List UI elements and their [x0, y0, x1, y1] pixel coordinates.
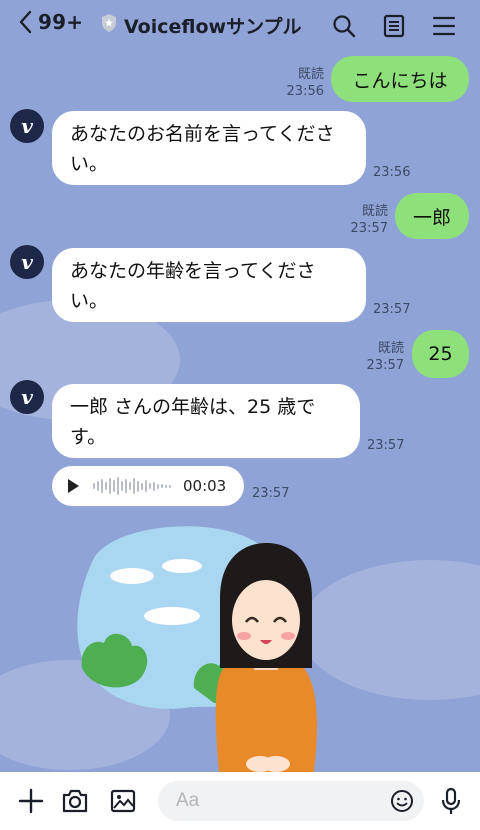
message-meta: 既読 23:56	[270, 66, 324, 100]
message-input[interactable]	[174, 789, 378, 813]
chat-name: Voiceflowサンプル	[124, 16, 302, 38]
message-text: あなたのお名前を言ってください。	[70, 123, 335, 175]
message-meta: 既読 23:57	[334, 203, 388, 237]
bot-avatar[interactable]: v	[10, 109, 44, 143]
incoming-message[interactable]: 一郎 さんの年齢は、25 歳です。	[52, 384, 360, 458]
bot-avatar[interactable]: v	[10, 380, 44, 414]
message-time: 23:57	[367, 438, 405, 453]
read-receipt: 既読	[377, 341, 404, 356]
outgoing-message[interactable]: こんにちは	[331, 56, 469, 102]
message-time: 23:56	[373, 165, 411, 180]
menu-icon[interactable]	[430, 12, 458, 40]
message-text: 一郎	[412, 206, 451, 229]
message-time: 23:56	[286, 84, 324, 99]
message-meta: 既読 23:57	[350, 340, 404, 374]
unread-count: 99+	[38, 10, 84, 34]
chat-header: 99+ Voiceflowサンプル	[0, 0, 480, 52]
image-icon[interactable]	[108, 786, 138, 816]
bowing-woman-sticker[interactable]	[74, 518, 334, 772]
read-receipt: 既読	[361, 204, 388, 219]
message-text: あなたの年齢を言ってください。	[70, 260, 316, 312]
voice-message[interactable]: 00:03	[52, 466, 244, 506]
microphone-icon[interactable]	[436, 786, 466, 816]
message-input-container	[158, 781, 424, 821]
message-time: 23:57	[366, 358, 404, 373]
read-receipt: 既読	[297, 67, 324, 82]
incoming-message[interactable]: あなたの年齢を言ってください。	[52, 248, 366, 322]
chat-title[interactable]: Voiceflowサンプル	[100, 12, 302, 39]
voice-duration: 00:03	[183, 477, 227, 495]
emoji-icon[interactable]	[390, 789, 414, 813]
waveform-icon	[93, 476, 171, 496]
outgoing-message[interactable]: 25	[412, 330, 469, 378]
outgoing-message[interactable]: 一郎	[395, 193, 469, 239]
message-text: 一郎 さんの年齢は、25 歳です。	[70, 396, 316, 448]
chat-screen: 99+ Voiceflowサンプル 既読 23:56 こんにちは v あなたのお…	[0, 0, 480, 830]
chevron-left-icon	[18, 10, 32, 34]
message-time: 23:57	[350, 221, 388, 236]
back-button[interactable]: 99+	[18, 10, 83, 34]
message-time: 23:57	[373, 302, 411, 317]
message-text: 25	[428, 343, 453, 365]
play-icon[interactable]	[68, 479, 79, 493]
incoming-message[interactable]: あなたのお名前を言ってください。	[52, 111, 366, 185]
search-icon[interactable]	[330, 12, 358, 40]
notes-icon[interactable]	[380, 12, 408, 40]
message-time: 23:57	[252, 486, 290, 501]
bot-avatar[interactable]: v	[10, 245, 44, 279]
camera-icon[interactable]	[60, 786, 90, 816]
plus-icon[interactable]	[16, 786, 46, 816]
message-text: こんにちは	[352, 69, 448, 92]
verified-badge-icon	[100, 13, 118, 38]
